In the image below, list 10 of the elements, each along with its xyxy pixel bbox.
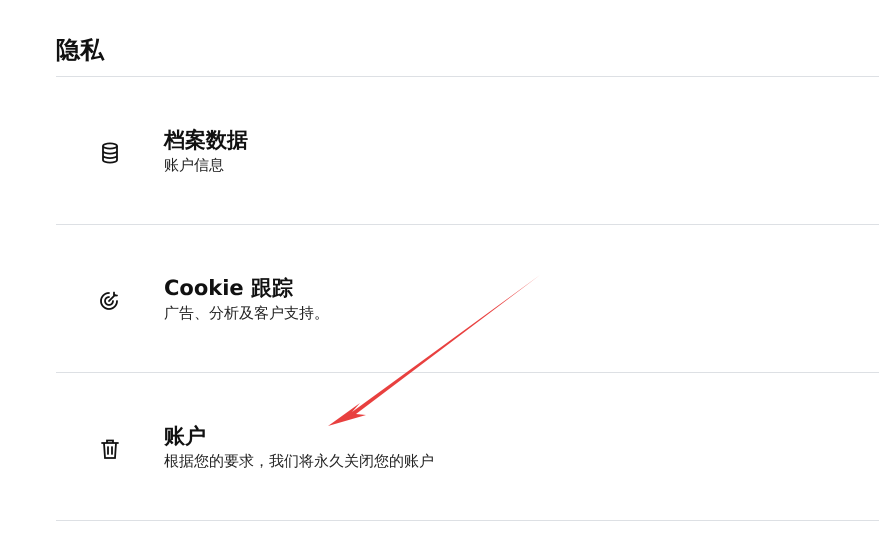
item-description: 根据您的要求，我们将永久关闭您的账户	[164, 450, 434, 472]
section-heading: 隐私	[56, 0, 879, 77]
database-icon	[100, 142, 120, 164]
item-title: 账户	[164, 422, 207, 450]
target-icon	[99, 290, 121, 312]
item-description: 账户信息	[164, 154, 225, 176]
item-description: 广告、分析及客户支持。	[164, 302, 329, 324]
item-title: 档案数据	[164, 126, 248, 154]
item-title: Cookie 跟踪	[164, 274, 294, 302]
trash-icon	[100, 438, 120, 460]
